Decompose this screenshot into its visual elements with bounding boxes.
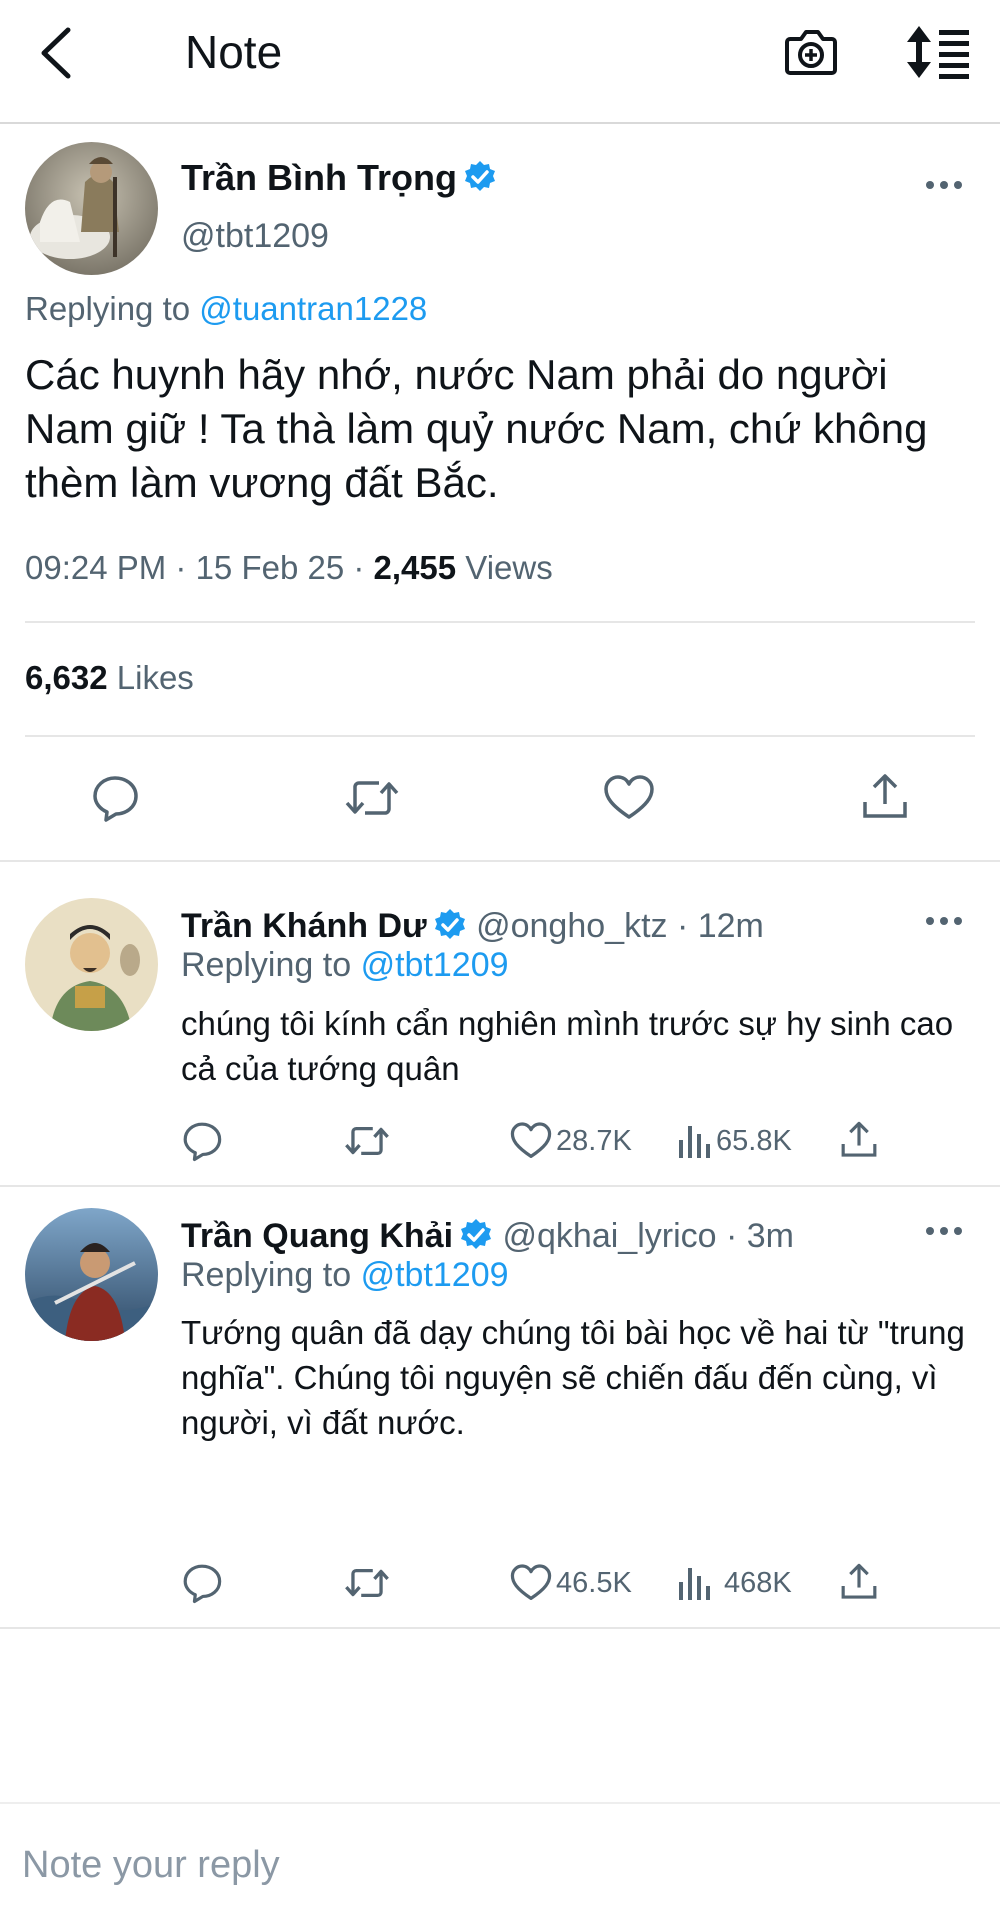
- avatar-general-image: [25, 1208, 158, 1341]
- share-icon: [863, 774, 907, 818]
- likes-summary[interactable]: 6,632 Likes: [25, 656, 194, 700]
- reply-button[interactable]: [181, 1562, 227, 1604]
- author-name-text: Trần Bình Trọng: [181, 157, 457, 198]
- views-button[interactable]: 65.8K: [676, 1122, 792, 1160]
- more-button[interactable]: [924, 1216, 964, 1246]
- retweet-icon: [345, 781, 399, 815]
- like-button[interactable]: 28.7K: [510, 1122, 632, 1160]
- share-icon: [841, 1121, 877, 1157]
- replying-prefix: Replying to: [181, 946, 352, 984]
- avatar-warrior-image: [25, 142, 158, 275]
- views-count: 65.8K: [716, 1124, 792, 1157]
- divider: [0, 1802, 1000, 1804]
- top-bar: Note: [0, 0, 1000, 124]
- views-count: 2,455: [373, 549, 457, 586]
- verified-badge-icon: [463, 160, 497, 194]
- likes-label: Likes: [116, 659, 194, 696]
- author-handle[interactable]: @ongho_ktz: [476, 907, 667, 945]
- back-arrow-icon: [41, 27, 71, 79]
- like-count: 46.5K: [556, 1566, 632, 1599]
- retweet-button[interactable]: [343, 1564, 395, 1602]
- share-button[interactable]: [840, 1120, 882, 1160]
- replying-to-link[interactable]: @tbt1209: [361, 1256, 509, 1294]
- divider: [0, 1627, 1000, 1629]
- replying-to: Replying to @tuantran1228: [25, 287, 427, 331]
- reply-age: 3m: [746, 1217, 794, 1255]
- like-icon: [510, 1564, 552, 1600]
- back-button[interactable]: [32, 24, 84, 82]
- more-button[interactable]: [924, 170, 964, 200]
- avatar[interactable]: [25, 1208, 158, 1341]
- author-handle[interactable]: @qkhai_lyrico: [503, 1217, 717, 1255]
- more-icon: [926, 1227, 962, 1235]
- more-icon: [926, 917, 962, 925]
- reply-icon: [93, 776, 138, 822]
- reply-input[interactable]: Note your reply: [22, 1840, 280, 1890]
- reply-button[interactable]: [181, 1120, 227, 1162]
- share-icon: [841, 1563, 877, 1599]
- tweet-time: 09:24 PM: [25, 549, 167, 586]
- divider: [25, 621, 975, 623]
- like-button[interactable]: [603, 775, 655, 821]
- retweet-icon: [345, 1568, 389, 1598]
- author-handle[interactable]: @tbt1209: [181, 214, 329, 258]
- replying-to: Replying to @tbt1209: [181, 1254, 509, 1296]
- sort-icon: [907, 26, 969, 79]
- more-icon: [926, 181, 962, 189]
- page-title: Note: [185, 26, 283, 78]
- like-count: 28.7K: [556, 1124, 632, 1157]
- views-icon: [679, 1568, 710, 1600]
- reply-age: 12m: [697, 907, 764, 945]
- views-label: Views: [465, 549, 553, 586]
- tweet-date: 15 Feb 25: [195, 549, 345, 586]
- author-name[interactable]: Trần Khánh Dư: [181, 907, 427, 945]
- views-count: 468K: [724, 1566, 792, 1599]
- more-button[interactable]: [924, 906, 964, 936]
- replying-to-link[interactable]: @tuantran1228: [199, 290, 427, 327]
- share-button[interactable]: [840, 1562, 882, 1602]
- likes-count: 6,632: [25, 659, 108, 696]
- camera-button[interactable]: [782, 22, 840, 80]
- like-icon: [604, 775, 654, 819]
- like-button[interactable]: 46.5K: [510, 1564, 632, 1602]
- tweet-text: Các huynh hãy nhớ, nước Nam phải do ngườ…: [25, 351, 928, 506]
- views-button[interactable]: 468K: [676, 1564, 792, 1602]
- avatar[interactable]: [25, 898, 158, 1031]
- share-button[interactable]: [861, 772, 909, 822]
- views-icon: [679, 1126, 710, 1158]
- tweet-meta: 09:24 PM · 15 Feb 25 · 2,455 Views: [25, 549, 553, 586]
- replying-to: Replying to @tbt1209: [181, 944, 509, 986]
- avatar[interactable]: [25, 142, 158, 275]
- replying-prefix: Replying to: [25, 290, 191, 327]
- reply-button[interactable]: [90, 773, 140, 823]
- reply-text: Tướng quân đã dạy chúng tôi bài học về h…: [181, 1314, 965, 1441]
- verified-badge-icon: [433, 908, 467, 942]
- reply-icon: [183, 1564, 222, 1604]
- author-name[interactable]: Trần Bình Trọng: [181, 156, 497, 200]
- retweet-button[interactable]: [343, 1122, 395, 1160]
- divider: [25, 735, 975, 737]
- replying-prefix: Replying to: [181, 1256, 352, 1294]
- avatar-scholar-image: [25, 898, 158, 1031]
- like-icon: [510, 1122, 552, 1158]
- replying-to-link[interactable]: @tbt1209: [361, 946, 509, 984]
- divider: [0, 1185, 1000, 1187]
- author-name[interactable]: Trần Quang Khải: [181, 1217, 453, 1255]
- reply-text: chúng tôi kính cẩn nghiên mình trước sự …: [181, 1005, 954, 1087]
- retweet-icon: [345, 1126, 389, 1156]
- divider: [0, 860, 1000, 862]
- reply-icon: [183, 1122, 222, 1162]
- reply-header: Trần Quang Khải @qkhai_lyrico · 3m: [181, 1217, 794, 1255]
- camera-icon: [785, 30, 837, 75]
- sort-button[interactable]: [905, 24, 971, 80]
- verified-badge-icon: [459, 1218, 493, 1252]
- reply-header: Trần Khánh Dư @ongho_ktz · 12m: [181, 907, 764, 945]
- retweet-button[interactable]: [343, 775, 401, 821]
